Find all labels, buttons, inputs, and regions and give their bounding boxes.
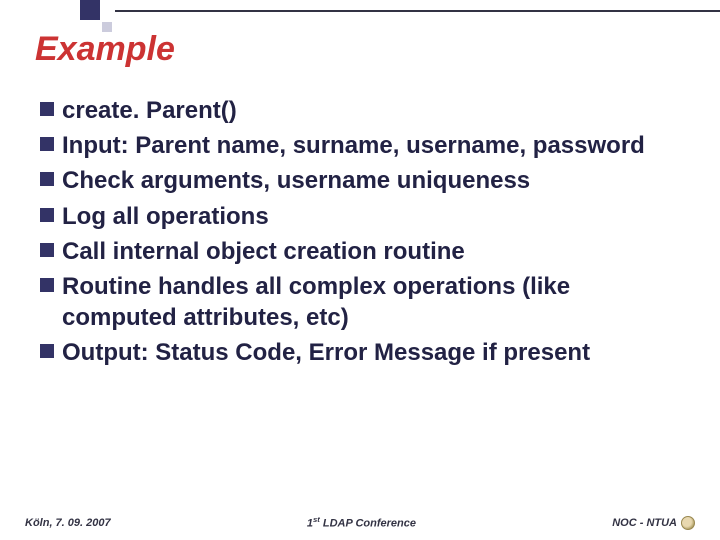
bullet-icon	[40, 172, 54, 186]
bullet-icon	[40, 208, 54, 222]
slide: Example create. Parent() Input: Parent n…	[0, 0, 720, 540]
footer-org: NOC - NTUA	[612, 516, 695, 530]
square-icon	[80, 0, 100, 20]
list-item-label: Check arguments, username uniqueness	[62, 165, 690, 196]
footer: Köln, 7. 09. 2007 1st LDAP Conference NO…	[0, 515, 720, 530]
footer-title: 1st LDAP Conference	[111, 515, 613, 530]
page-title: Example	[35, 30, 175, 69]
bullet-icon	[40, 243, 54, 257]
bullet-icon	[40, 344, 54, 358]
list-item: Call internal object creation routine	[40, 236, 690, 267]
list-item: Log all operations	[40, 201, 690, 232]
list-item: Output: Status Code, Error Message if pr…	[40, 337, 690, 368]
list-item: Check arguments, username uniqueness	[40, 165, 690, 196]
footer-center-suffix: LDAP Conference	[320, 518, 416, 530]
list-item-label: Output: Status Code, Error Message if pr…	[62, 337, 690, 368]
bullet-list: create. Parent() Input: Parent name, sur…	[40, 95, 690, 373]
bullet-icon	[40, 102, 54, 116]
bullet-icon	[40, 278, 54, 292]
footer-center-sup: st	[313, 515, 320, 524]
list-item-label: Call internal object creation routine	[62, 236, 690, 267]
list-item-label: create. Parent()	[62, 95, 690, 126]
list-item: Input: Parent name, surname, username, p…	[40, 130, 690, 161]
list-item-label: Input: Parent name, surname, username, p…	[62, 130, 690, 161]
list-item: create. Parent()	[40, 95, 690, 126]
divider	[115, 10, 720, 12]
list-item-label: Routine handles all complex operations (…	[62, 271, 690, 333]
bullet-icon	[40, 137, 54, 151]
footer-date: Köln, 7. 09. 2007	[25, 517, 111, 529]
footer-org-label: NOC - NTUA	[612, 517, 677, 529]
owl-logo-icon	[681, 516, 695, 530]
list-item: Routine handles all complex operations (…	[40, 271, 690, 333]
list-item-label: Log all operations	[62, 201, 690, 232]
